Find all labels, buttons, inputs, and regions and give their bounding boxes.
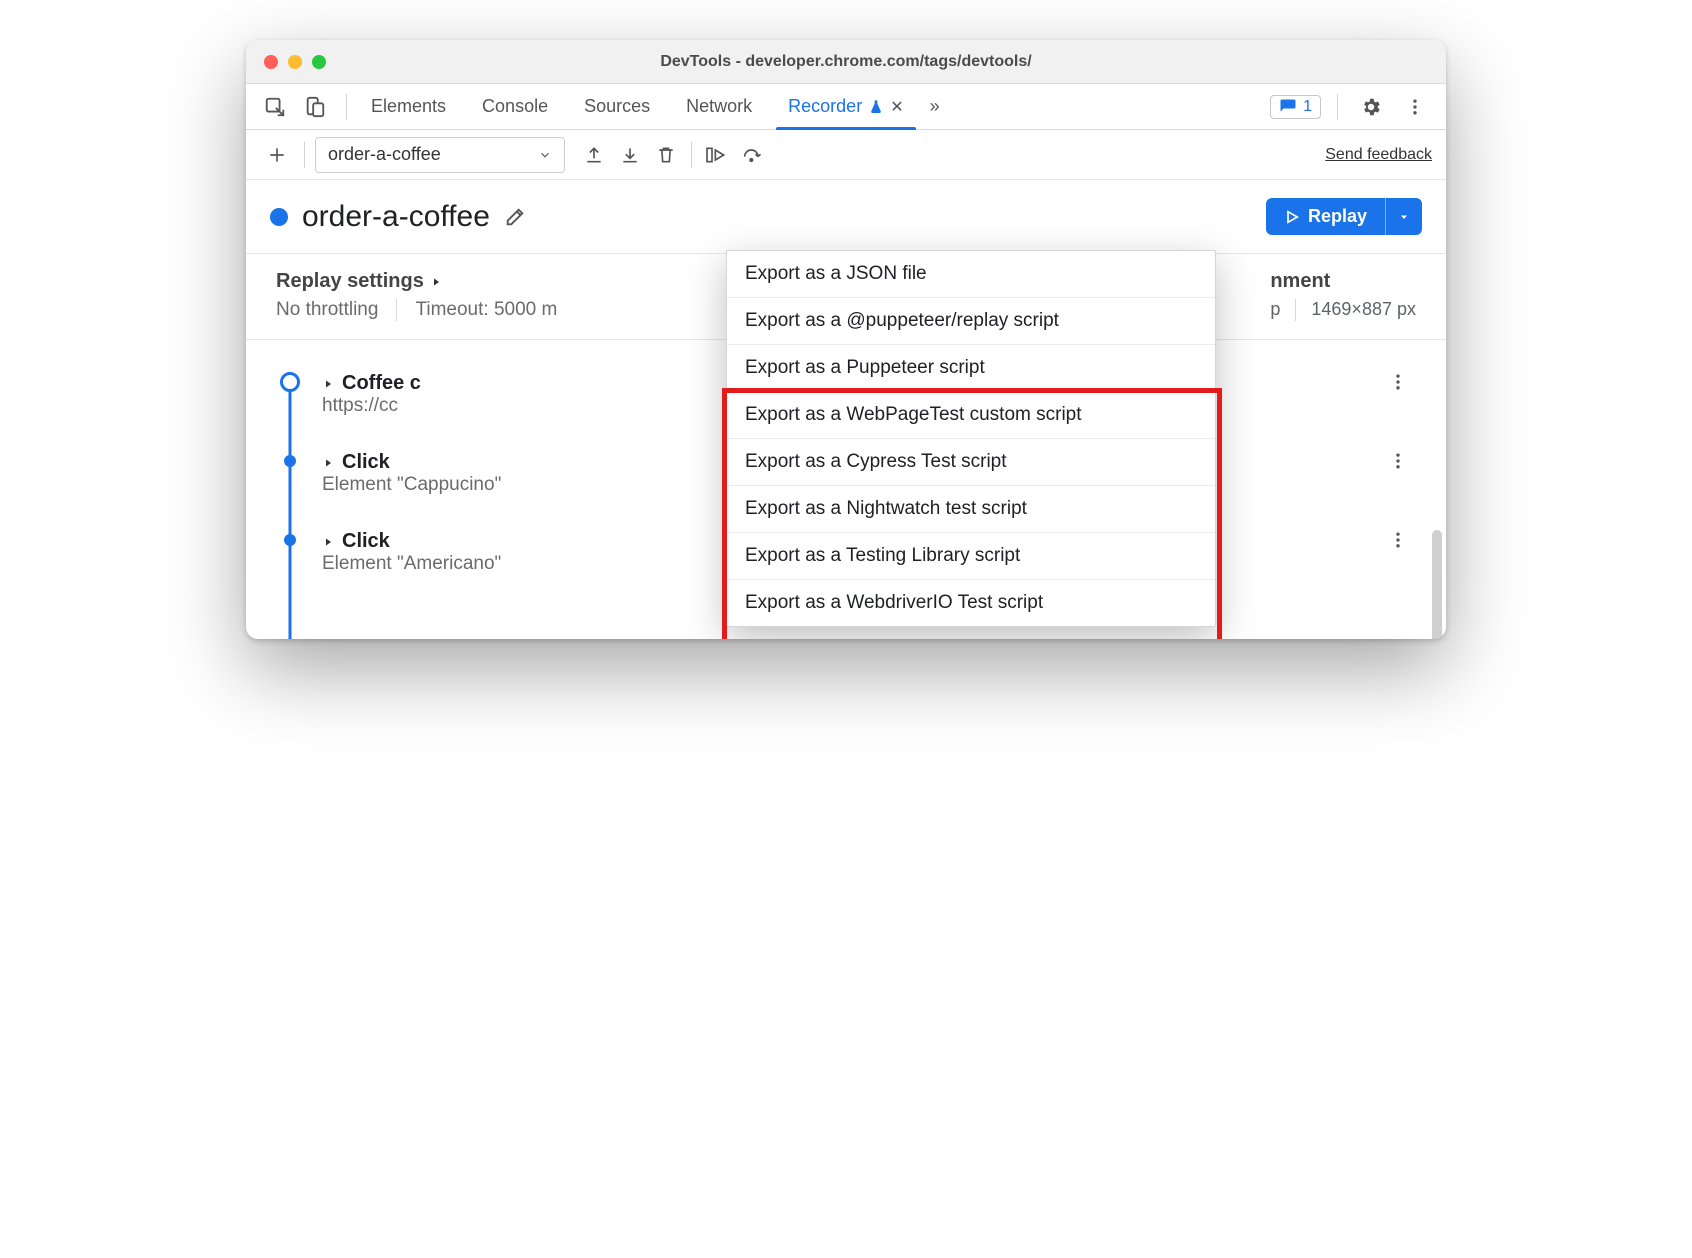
issues-count: 1 [1303,98,1312,116]
window-zoom-button[interactable] [312,55,326,69]
more-tabs-icon[interactable]: » [922,96,948,117]
export-menu-item[interactable]: Export as a JSON file [727,251,1215,298]
step-subtitle: Element "Cappucino" [322,474,501,496]
window-title: DevTools - developer.chrome.com/tags/dev… [246,53,1446,71]
timeline-dot-icon [284,455,296,467]
panel-tabs: Elements Console Sources Network Recorde… [353,84,922,129]
tab-label: Sources [584,96,650,117]
export-menu: Export as a JSON file Export as a @puppe… [726,250,1216,627]
step-subtitle: Element "Americano" [322,553,501,575]
recorder-toolbar: order-a-coffee Send feedback [246,130,1446,180]
issues-icon [1279,98,1297,116]
window-minimize-button[interactable] [288,55,302,69]
tab-label: Network [686,96,752,117]
timeline-dot-icon [284,534,296,546]
tab-network[interactable]: Network [668,84,770,129]
devtools-tabstrip: Elements Console Sources Network Recorde… [246,84,1446,130]
export-menu-label: Export as a Testing Library script [745,545,1020,566]
replay-button[interactable]: Replay [1266,198,1422,235]
device-toolbar-icon[interactable] [298,90,332,124]
scrollbar-thumb[interactable] [1432,530,1442,639]
divider [346,94,347,120]
recording-selector-value: order-a-coffee [328,144,441,165]
window-close-button[interactable] [264,55,278,69]
tab-console[interactable]: Console [464,84,566,129]
step-more-button[interactable] [1388,451,1416,471]
export-button[interactable] [577,138,611,172]
step-over-button[interactable] [736,138,770,172]
env-extra: p [1270,299,1280,319]
export-menu-item[interactable]: Export as a @puppeteer/replay script [727,298,1215,345]
step-title: Coffee c [342,372,421,395]
tab-sources[interactable]: Sources [566,84,668,129]
settings-gear-icon[interactable] [1354,90,1388,124]
export-menu-item[interactable]: Export as a Testing Library script [727,533,1215,580]
divider [1295,299,1296,321]
timeout-value[interactable]: Timeout: 5000 m [415,299,557,321]
environment-heading: nment [1270,270,1416,293]
replay-settings-label: Replay settings [276,270,424,293]
flask-icon [868,99,884,115]
recording-selector[interactable]: order-a-coffee [315,137,565,173]
export-menu-label: Export as a WebdriverIO Test script [745,592,1043,613]
caret-right-icon [430,276,442,288]
step-more-button[interactable] [1388,530,1416,550]
divider [1337,94,1338,120]
caret-right-icon [322,457,334,469]
replay-dropdown-button[interactable] [1385,198,1422,235]
export-menu-label: Export as a JSON file [745,263,927,284]
inspect-element-icon[interactable] [258,90,292,124]
step-subtitle: https://cc [322,395,421,417]
close-icon[interactable]: ✕ [890,97,903,117]
export-menu-label: Export as a Puppeteer script [745,357,985,378]
divider [396,299,397,321]
step-title: Click [342,451,390,474]
export-menu-item[interactable]: Export as a WebPageTest custom script [727,392,1215,439]
export-menu-item[interactable]: Export as a Cypress Test script [727,439,1215,486]
divider [304,142,305,168]
step-title: Click [342,530,390,553]
divider [691,142,692,168]
edit-title-button[interactable] [504,206,526,228]
delete-button[interactable] [649,138,683,172]
issues-button[interactable]: 1 [1270,95,1321,119]
traffic-lights [246,55,326,69]
export-menu-label: Export as a @puppeteer/replay script [745,310,1059,331]
export-menu-label: Export as a Cypress Test script [745,451,1007,472]
tab-label: Recorder [788,96,862,117]
export-menu-item[interactable]: Export as a Puppeteer script [727,345,1215,392]
caret-right-icon [322,378,334,390]
tab-label: Console [482,96,548,117]
export-menu-label: Export as a Nightwatch test script [745,498,1027,519]
caret-down-icon [1398,211,1410,223]
send-feedback-label: Send feedback [1325,146,1432,163]
tab-elements[interactable]: Elements [353,84,464,129]
send-feedback-link[interactable]: Send feedback [1325,146,1432,164]
recording-header: order-a-coffee Replay [246,180,1446,254]
export-menu-item[interactable]: Export as a WebdriverIO Test script [727,580,1215,626]
devtools-window: DevTools - developer.chrome.com/tags/dev… [246,40,1446,639]
tab-recorder[interactable]: Recorder ✕ [770,84,921,129]
timeline-start-icon [280,372,300,392]
import-button[interactable] [613,138,647,172]
tab-label: Elements [371,96,446,117]
throttling-value[interactable]: No throttling [276,299,378,321]
replay-label: Replay [1308,206,1367,227]
new-recording-button[interactable] [260,138,294,172]
recording-title: order-a-coffee [302,200,490,234]
step-more-button[interactable] [1388,372,1416,392]
toggle-code-button[interactable] [700,138,734,172]
kebab-menu-icon[interactable] [1398,90,1432,124]
play-icon [1284,209,1300,225]
recording-indicator-icon [270,208,288,226]
titlebar: DevTools - developer.chrome.com/tags/dev… [246,40,1446,84]
export-menu-item[interactable]: Export as a Nightwatch test script [727,486,1215,533]
caret-right-icon [322,536,334,548]
chevron-down-icon [538,148,552,162]
viewport-value: 1469×887 px [1311,299,1416,319]
export-menu-label: Export as a WebPageTest custom script [745,404,1082,425]
